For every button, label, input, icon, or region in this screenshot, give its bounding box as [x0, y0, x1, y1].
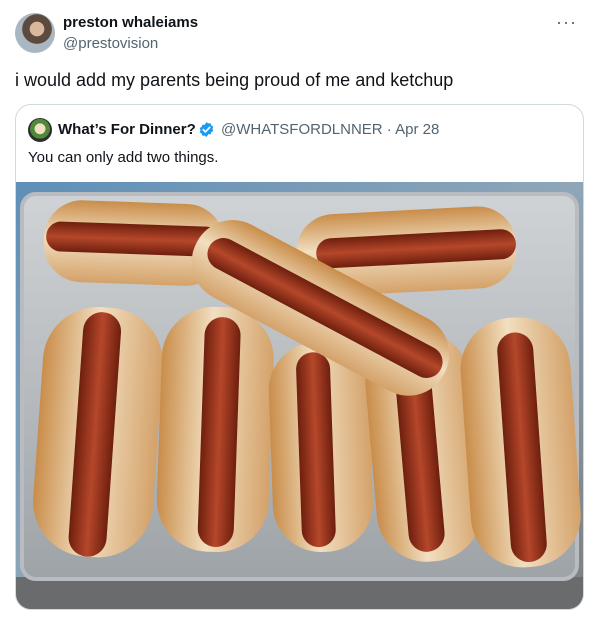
author-avatar[interactable]: [15, 13, 55, 53]
quoted-tweet-text: You can only add two things.: [28, 149, 219, 166]
author-handle[interactable]: @prestovision: [63, 35, 158, 52]
more-horizontal-icon[interactable]: ···: [556, 12, 577, 33]
quoted-handle-date: @WHATSFORDLNNER · Apr 28: [221, 121, 440, 138]
hot-dogs-tray-photo[interactable]: [16, 182, 583, 610]
quoted-tweet[interactable]: What’s For Dinner? @WHATSFORDLNNER · Apr…: [15, 104, 584, 610]
author-name[interactable]: preston whaleiams: [63, 14, 198, 31]
tweet[interactable]: preston whaleiams @prestovision ··· i wo…: [0, 0, 599, 627]
quoted-author-name: What’s For Dinner?: [58, 121, 196, 138]
quoted-author-avatar: [28, 118, 52, 142]
verified-badge-icon: [199, 122, 214, 137]
tweet-text: i would add my parents being proud of me…: [15, 70, 454, 90]
